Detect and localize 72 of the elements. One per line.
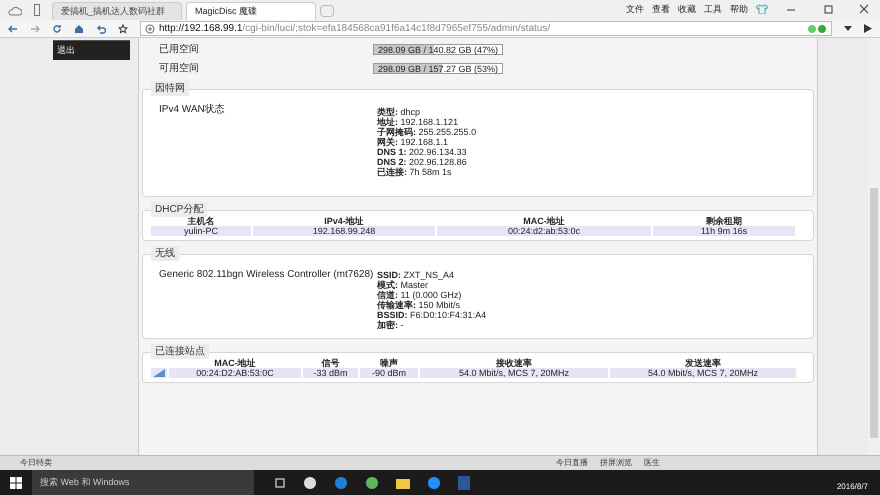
browser-tab[interactable]: 爱搞机_搞机达人数码社群 [52,2,182,20]
scrollbar[interactable] [868,38,880,455]
section-legend: DHCP分配 [151,202,208,217]
menu-item[interactable]: 工具 [704,2,722,16]
column-header: MAC-地址 [522,216,566,226]
detail-line: 信道: 11 (0.000 GHz) [377,290,462,300]
column-header: 发送速率 [684,358,722,368]
storage-label: 已用空间 [159,42,200,57]
signal-icon [153,369,165,377]
detail-line: 类型: dhcp [377,107,422,117]
table-cell: 11h 9m 16s [653,226,795,236]
table-cell: -33 dBm [303,368,358,378]
detail-line: 地址: 192.168.1.121 [377,117,460,127]
detail-line: SSID: ZXT_NS_A4 [377,270,456,280]
storage-label: 可用空间 [159,62,200,76]
progress-reading: 298.09 GB / 140.82 GB (47%) [376,45,500,55]
column-header: 信号 [320,358,340,368]
column-header: MAC-地址 [213,358,257,368]
table-cell: 192.168.99.248 [253,226,435,236]
column-header: 噪声 [379,358,399,368]
table-cell: -90 dBm [360,368,418,378]
status-icon[interactable] [807,24,827,34]
detail-line: DNS 1: 202.96.134.33 [377,147,468,157]
progress-reading: 298.09 GB / 157.27 GB (53%) [376,64,500,74]
column-header: 主机名 [186,216,216,226]
search-field[interactable]: 搜索 Web 和 Windows [32,470,254,495]
document-icon[interactable] [458,476,470,490]
side-menu-item[interactable]: 退出 [53,40,130,60]
menu-item[interactable]: 查看 [652,2,670,16]
favorite-icon[interactable] [118,24,128,34]
task-view-icon[interactable] [274,478,286,488]
section-legend: 已连接站点 [151,344,209,359]
detail-line: 加密: - [377,320,405,330]
table-cell: 54.0 Mbit/s, MCS 7, 20MHz [610,368,796,378]
refresh-icon[interactable] [52,24,62,34]
interface-name: IPv4 WAN状态 [159,102,226,117]
undo-icon[interactable] [96,24,106,34]
column-header: 接收速率 [495,358,533,368]
status-link[interactable]: 今日直播 [556,457,588,469]
menu-item[interactable]: 帮助 [730,2,748,16]
table-cell: yulin-PC [151,226,251,236]
cloud-icon[interactable] [8,6,22,16]
section-legend: 无线 [151,246,179,261]
interface-name: Generic 802.11bgn Wireless Controller (mt7628) [159,268,374,282]
detail-line: BSSID: F6:D0:10:F4:31:A4 [377,310,486,320]
detail-line: 网关: 192.168.1.1 [377,137,450,147]
column-header: 剩余租期 [705,216,743,226]
folder-icon[interactable] [396,476,410,488]
table-cell: 54.0 Mbit/s, MCS 7, 20MHz [420,368,608,378]
table-cell: 00:24:D2:AB:53:0C [169,368,301,378]
column-header: IPv4-地址 [323,216,365,226]
table-cell: 00:24:d2:ab:53:0c [437,226,651,236]
back-icon[interactable] [8,24,18,34]
section-legend: 因特网 [151,81,189,96]
status-link[interactable]: 拼屏浏览 [600,457,632,469]
detail-line: DNS 2: 202.96.128.86 [377,157,468,167]
detail-line: 模式: Master [377,280,430,290]
play-icon[interactable] [864,24,872,33]
detail-line: 已连接: 7h 58m 1s [377,167,453,177]
status-link[interactable]: 医生 [644,457,660,469]
menu-item[interactable]: 收藏 [678,2,696,16]
detail-line: 传输速率: 150 Mbit/s [377,300,462,310]
menu-item[interactable]: 文件 [626,2,644,16]
browser-tab[interactable]: MagicDisc 魔碟 [186,2,316,20]
status-link[interactable]: 今日特卖 [8,457,52,469]
phone-icon[interactable] [34,4,40,16]
home-icon[interactable] [74,24,84,34]
clock-date: 2016/8/7 [836,480,869,492]
dropdown-icon[interactable] [844,26,852,32]
windows-icon[interactable] [10,476,22,488]
detail-line: 子网掩码: 255.255.255.0 [377,127,476,137]
address-bar[interactable]: http://192.168.99.1/cgi-bin/luci/;stok=efa184568ca91f6a14c1f8d7965ef755/admin/status/ [140,21,832,36]
